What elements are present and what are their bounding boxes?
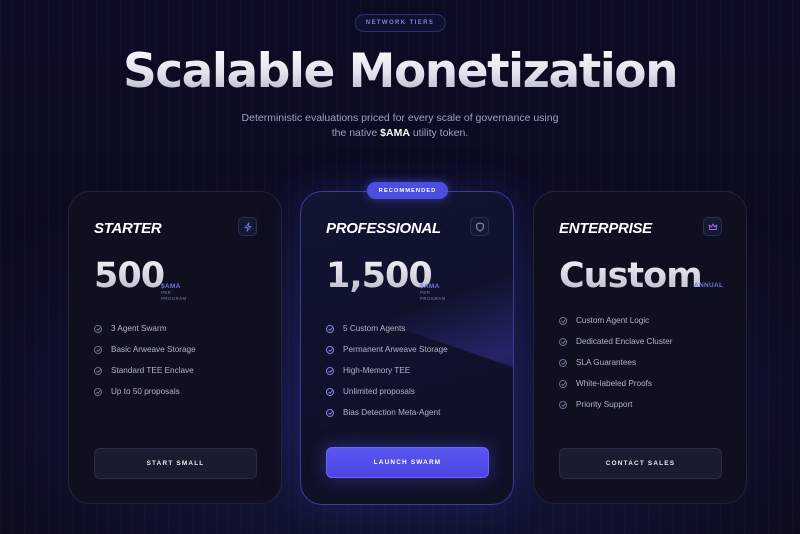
feature-text: Up to 50 proposals	[111, 387, 180, 396]
check-icon	[94, 366, 102, 375]
feature-text: SLA Guarantees	[576, 358, 637, 367]
feature-text: Standard TEE Enclave	[111, 366, 194, 375]
check-icon	[326, 408, 334, 417]
lightning-icon	[238, 217, 257, 236]
feature-text: Unlimited proposals	[343, 387, 415, 396]
list-item: Up to 50 proposals	[94, 381, 196, 402]
token-name: $AMA	[380, 127, 410, 139]
check-icon	[559, 337, 567, 346]
feature-text: Priority Support	[576, 400, 633, 409]
unit-sub-program: PROGRAM	[420, 295, 446, 301]
feature-list: 3 Agent Swarm Basic Arweave Storage Stan…	[94, 318, 196, 402]
plan-name: STARTER	[94, 220, 162, 237]
launch-swarm-button[interactable]: LAUNCH SWARM	[326, 447, 489, 478]
list-item: Custom Agent Logic	[559, 310, 672, 331]
feature-text: Permanent Arweave Storage	[343, 345, 448, 354]
feature-text: Custom Agent Logic	[576, 316, 650, 325]
feature-text: High-Memory TEE	[343, 366, 411, 375]
check-icon	[326, 324, 334, 333]
feature-text: Dedicated Enclave Cluster	[576, 337, 673, 346]
feature-text: White-labeled Proofs	[576, 379, 652, 388]
check-icon	[559, 400, 567, 409]
price-unit: ANNUAL	[694, 282, 723, 289]
list-item: Bias Detection Meta-Agent	[326, 402, 448, 423]
plan-price: Custom	[559, 256, 703, 296]
plan-card-professional: PROFESSIONAL 1,500 $AMA PER PROGRAM 5 Cu…	[300, 191, 514, 505]
check-icon	[559, 358, 567, 367]
check-icon	[326, 345, 334, 354]
check-icon	[94, 324, 102, 333]
feature-text: Bias Detection Meta-Agent	[343, 408, 441, 417]
list-item: Unlimited proposals	[326, 381, 448, 402]
feature-text: 5 Custom Agents	[343, 324, 406, 333]
subtitle-line-1: Deterministic evaluations priced for eve…	[241, 112, 559, 124]
feature-list: Custom Agent Logic Dedicated Enclave Clu…	[559, 310, 672, 415]
list-item: 5 Custom Agents	[326, 318, 448, 339]
feature-list: 5 Custom Agents Permanent Arweave Storag…	[326, 318, 448, 423]
feature-text: 3 Agent Swarm	[111, 324, 167, 333]
plan-price: 1,500	[326, 256, 433, 296]
list-item: Permanent Arweave Storage	[326, 339, 448, 360]
crown-icon	[703, 217, 722, 236]
subtitle-text-pre: the native	[331, 127, 381, 139]
plan-name: PROFESSIONAL	[326, 220, 441, 237]
subtitle-text-post: utility token.	[409, 127, 469, 139]
check-icon	[559, 379, 567, 388]
unit-sub-program: PROGRAM	[161, 295, 187, 301]
price-unit: $AMA PER PROGRAM	[161, 283, 187, 301]
feature-text: Basic Arweave Storage	[111, 345, 196, 354]
start-small-button[interactable]: START SMALL	[94, 448, 257, 479]
list-item: SLA Guarantees	[559, 352, 672, 373]
list-item: High-Memory TEE	[326, 360, 448, 381]
unit-label: $AMA	[420, 283, 440, 290]
list-item: Dedicated Enclave Cluster	[559, 331, 672, 352]
check-icon	[326, 387, 334, 396]
list-item: Priority Support	[559, 394, 672, 415]
subtitle-line-2: the native $AMA utility token.	[0, 125, 800, 141]
check-icon	[559, 316, 567, 325]
unit-label: ANNUAL	[694, 282, 724, 289]
check-icon	[94, 345, 102, 354]
shield-icon	[470, 217, 489, 236]
recommended-badge: RECOMMENDED	[367, 182, 448, 199]
price-unit: $AMA PER PROGRAM	[420, 283, 446, 301]
contact-sales-button[interactable]: CONTACT SALES	[559, 448, 722, 479]
list-item: White-labeled Proofs	[559, 373, 672, 394]
plan-name: ENTERPRISE	[559, 220, 652, 237]
network-tiers-badge: NETWORK TIERS	[354, 14, 446, 32]
list-item: Standard TEE Enclave	[94, 360, 196, 381]
plan-card-starter: STARTER 500 $AMA PER PROGRAM 3 Agent Swa…	[68, 191, 282, 504]
check-icon	[326, 366, 334, 375]
list-item: Basic Arweave Storage	[94, 339, 196, 360]
unit-label: $AMA	[161, 283, 181, 290]
check-icon	[94, 387, 102, 396]
plan-price: 500	[94, 256, 165, 296]
list-item: 3 Agent Swarm	[94, 318, 196, 339]
plan-card-enterprise: ENTERPRISE Custom ANNUAL Custom Agent Lo…	[533, 191, 747, 504]
page-title: Scalable Monetization	[0, 44, 800, 99]
